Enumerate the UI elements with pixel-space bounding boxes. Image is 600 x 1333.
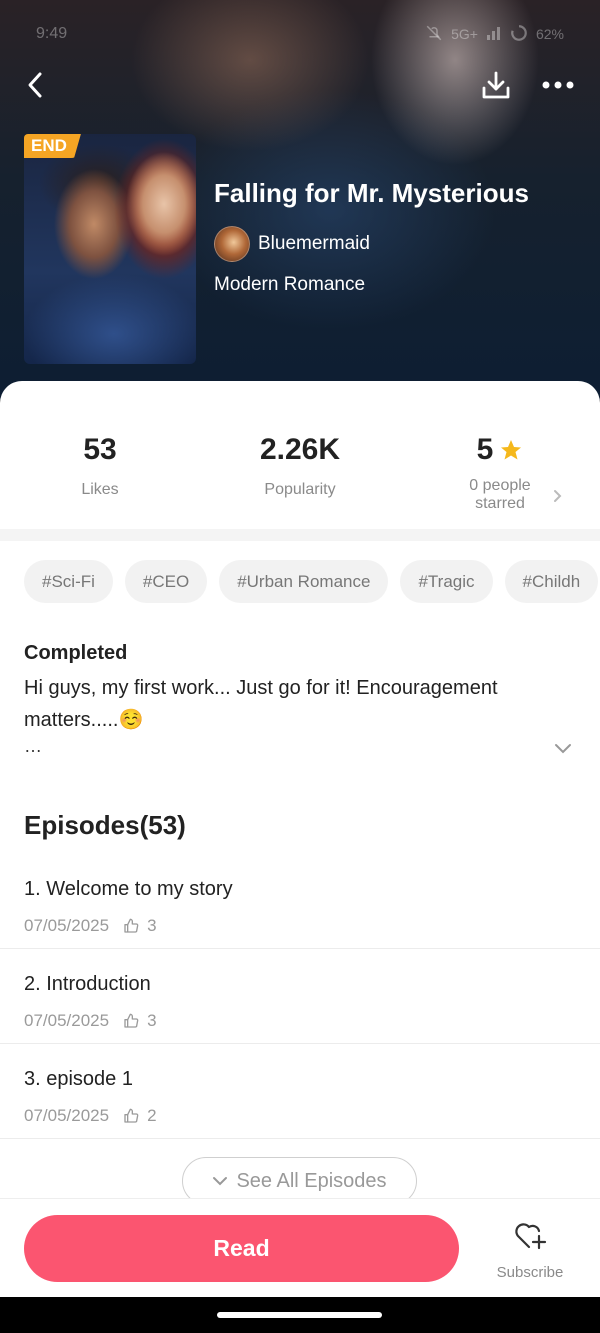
author-name[interactable]: Bluemermaid	[258, 233, 370, 255]
episode-row[interactable]: 2. Introduction 07/05/2025 3	[0, 949, 600, 1044]
episode-date: 07/05/2025	[24, 916, 110, 935]
likes-stat: 53 Likes	[0, 433, 200, 499]
heart-plus-icon	[515, 1223, 547, 1250]
tag-chip[interactable]: #CEO	[124, 560, 208, 603]
episode-likes: 3	[147, 916, 157, 935]
expand-description-button[interactable]	[553, 742, 573, 760]
episode-likes: 2	[147, 1106, 157, 1125]
tag-list: #Sci-Fi #CEO #Urban Romance #Tragic #Chi…	[24, 560, 599, 603]
more-options-button[interactable]	[538, 66, 578, 104]
end-badge: END	[24, 134, 81, 158]
episode-title: 2. Introduction	[24, 973, 151, 995]
back-button[interactable]	[18, 66, 52, 104]
author-avatar[interactable]	[214, 226, 250, 262]
book-description: Hi guys, my first work... Just go for it…	[24, 677, 498, 731]
rating-value: 5	[476, 433, 494, 466]
episode-title: 1. Welcome to my story	[24, 878, 233, 900]
likes-label: Likes	[81, 481, 119, 498]
system-navigation-bar	[0, 1297, 600, 1333]
chevron-right-icon[interactable]	[552, 489, 562, 508]
thumbs-up-icon	[124, 1013, 139, 1028]
download-button[interactable]	[478, 66, 514, 104]
signal-icon	[486, 25, 502, 44]
rating-label: 0 people starred	[469, 477, 531, 512]
battery-icon	[510, 24, 528, 45]
mute-icon	[425, 24, 443, 45]
tag-chip[interactable]: #Tragic	[400, 560, 493, 603]
book-title: Falling for Mr. Mysterious	[214, 178, 529, 208]
episodes-heading: Episodes(53)	[24, 810, 186, 840]
star-icon	[501, 440, 522, 460]
popularity-stat: 2.26K Popularity	[200, 433, 400, 499]
completion-status: Completed	[24, 642, 128, 664]
chevron-down-icon	[213, 1177, 228, 1186]
description-ellipsis: …	[24, 736, 42, 756]
see-all-label: See All Episodes	[236, 1169, 387, 1192]
network-label: 5G+	[451, 26, 478, 42]
author-row[interactable]: Bluemermaid	[214, 226, 370, 262]
subscribe-label: Subscribe	[496, 1264, 564, 1281]
episode-title: 3. episode 1	[24, 1068, 133, 1090]
status-bar: 9:49 5G+ 62%	[36, 22, 564, 46]
status-time: 9:49	[36, 25, 68, 42]
popularity-label: Popularity	[264, 481, 336, 498]
episode-date: 07/05/2025	[24, 1106, 110, 1125]
episode-row[interactable]: 3. episode 1 07/05/2025 2	[0, 1044, 600, 1139]
read-button[interactable]: Read	[24, 1215, 459, 1282]
thumbs-up-icon	[124, 918, 139, 933]
book-hero-background: 9:49 5G+ 62% END Falling for Mr. Mysteri…	[0, 0, 600, 400]
home-indicator[interactable]	[217, 1312, 382, 1318]
subscribe-button[interactable]: Subscribe	[490, 1221, 570, 1281]
battery-level: 62%	[535, 26, 564, 42]
more-horizontal-icon	[542, 81, 574, 89]
likes-value: 53	[83, 433, 117, 466]
bottom-action-bar: Read Subscribe	[0, 1198, 600, 1297]
stats-row: 53 Likes 2.26K Popularity 5 0 people sta…	[0, 381, 600, 529]
section-divider	[0, 529, 600, 541]
book-cover[interactable]	[24, 134, 196, 364]
episode-date: 07/05/2025	[24, 1011, 110, 1030]
thumbs-up-icon	[124, 1108, 139, 1123]
chevron-down-icon	[555, 744, 571, 754]
tag-chip[interactable]: #Urban Romance	[219, 560, 389, 603]
episode-likes: 3	[147, 1011, 157, 1030]
rating-stat[interactable]: 5 0 people starred	[400, 433, 600, 513]
episode-row[interactable]: 1. Welcome to my story 07/05/2025 3	[0, 854, 600, 949]
tag-chip[interactable]: #Childh	[504, 560, 599, 603]
chevron-left-icon	[28, 72, 42, 98]
popularity-value: 2.26K	[259, 433, 341, 466]
book-detail-sheet: 53 Likes 2.26K Popularity 5 0 people sta…	[0, 381, 600, 1297]
tag-chip[interactable]: #Sci-Fi	[24, 560, 113, 603]
download-icon	[482, 71, 510, 99]
book-genre[interactable]: Modern Romance	[214, 274, 365, 296]
